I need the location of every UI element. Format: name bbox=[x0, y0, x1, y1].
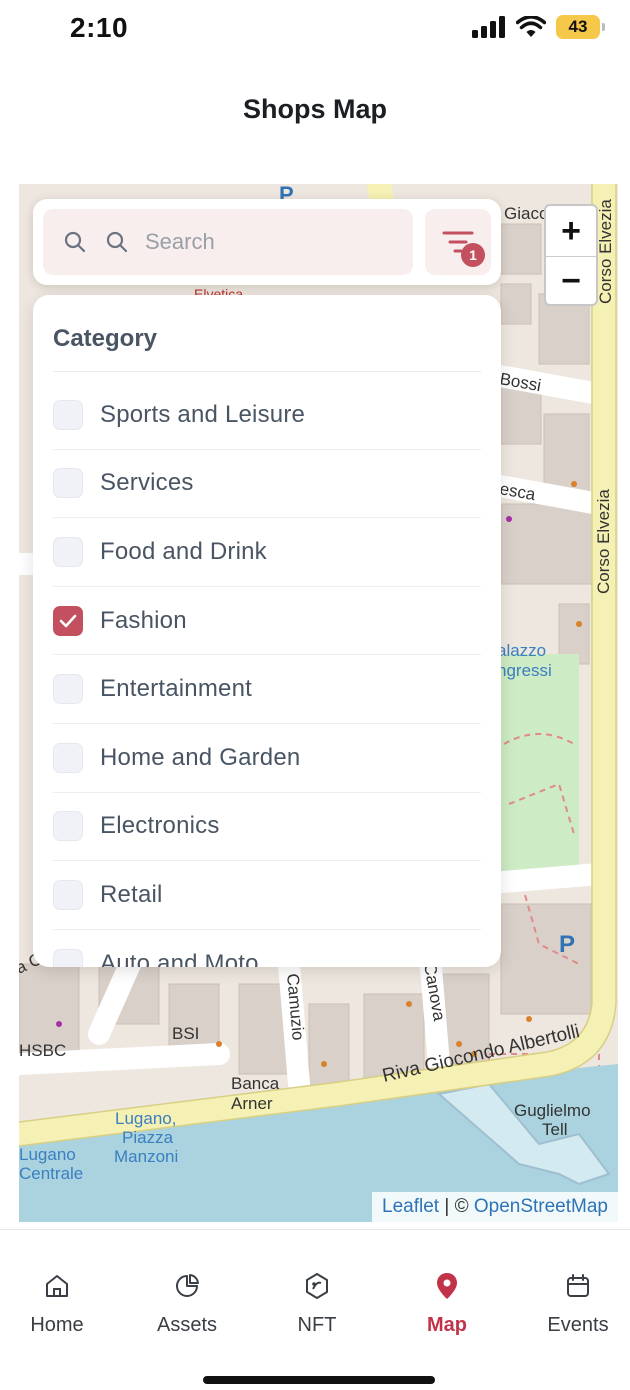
map-label-giacco: Giacc bbox=[504, 204, 548, 223]
map-label-bsi: BSI bbox=[172, 1024, 199, 1043]
category-dropdown: Category Sports and Leisure Services Foo… bbox=[33, 295, 501, 967]
category-item-auto-and-moto[interactable]: Auto and Moto bbox=[53, 930, 481, 967]
search-icon bbox=[61, 228, 89, 256]
map-label-lugano-piazza-3: Manzoni bbox=[114, 1147, 178, 1166]
status-bar: 2:10 43 bbox=[0, 0, 630, 60]
bottom-nav: Home Assets NFT Map Events bbox=[0, 1229, 630, 1390]
checkbox[interactable] bbox=[53, 536, 83, 567]
category-item-services[interactable]: Services bbox=[53, 450, 481, 519]
map-label-lugano-piazza-2: Piazza bbox=[122, 1128, 174, 1147]
wifi-icon bbox=[516, 16, 546, 37]
category-item-sports-and-leisure[interactable]: Sports and Leisure bbox=[53, 381, 481, 450]
map-label-lugano-piazza-1: Lugano, bbox=[115, 1109, 176, 1128]
nav-label: Events bbox=[547, 1314, 609, 1336]
nav-item-nft[interactable]: NFT bbox=[262, 1270, 372, 1337]
osm-link[interactable]: OpenStreetMap bbox=[474, 1196, 608, 1217]
checkmark-icon bbox=[59, 614, 77, 627]
page-title: Shops Map bbox=[242, 94, 387, 124]
calendar-icon bbox=[523, 1270, 630, 1302]
nav-label: Assets bbox=[156, 1314, 218, 1336]
leaflet-link[interactable]: Leaflet bbox=[382, 1196, 439, 1217]
zoom-control: + − bbox=[544, 204, 598, 306]
category-label: Auto and Moto bbox=[100, 949, 259, 967]
map-label-guglielmo-2: Tell bbox=[542, 1120, 568, 1139]
zoom-in-button[interactable]: + bbox=[546, 206, 596, 256]
checkbox[interactable] bbox=[53, 674, 83, 705]
search-inline-icon bbox=[103, 228, 131, 256]
category-item-electronics[interactable]: Electronics bbox=[53, 793, 481, 862]
map-label-arner: Arner bbox=[231, 1094, 273, 1113]
nft-icon bbox=[262, 1270, 372, 1302]
category-item-entertainment[interactable]: Entertainment bbox=[53, 655, 481, 724]
category-item-home-and-garden[interactable]: Home and Garden bbox=[53, 724, 481, 793]
checkbox[interactable] bbox=[53, 811, 83, 842]
checkbox[interactable] bbox=[53, 742, 83, 773]
map-label-congressi: ngressi bbox=[497, 661, 552, 680]
category-list: Sports and Leisure Services Food and Dri… bbox=[53, 381, 481, 967]
map-pin-icon bbox=[392, 1270, 502, 1302]
map-label-corso-elvezia-mid: Corso Elvezia bbox=[594, 489, 613, 594]
search-bar: 1 bbox=[33, 199, 501, 285]
map-label-lugano-centrale-2: Centrale bbox=[19, 1164, 83, 1183]
nav-label: NFT bbox=[297, 1314, 337, 1336]
map-attribution: Leaflet | © OpenStreetMap bbox=[372, 1192, 618, 1222]
nav-item-map[interactable]: Map bbox=[392, 1270, 502, 1337]
checkbox[interactable] bbox=[53, 468, 83, 499]
category-item-retail[interactable]: Retail bbox=[53, 861, 481, 930]
home-icon bbox=[2, 1270, 112, 1302]
category-item-fashion[interactable]: Fashion bbox=[53, 587, 481, 656]
checkbox[interactable] bbox=[53, 399, 83, 430]
zoom-out-button[interactable]: − bbox=[546, 256, 596, 304]
category-label: Entertainment bbox=[100, 675, 253, 703]
search-input[interactable] bbox=[145, 229, 345, 255]
pie-chart-icon bbox=[132, 1270, 242, 1302]
map-label-banca: Banca bbox=[231, 1074, 280, 1093]
category-label: Food and Drink bbox=[100, 537, 267, 565]
category-label: Retail bbox=[100, 880, 163, 908]
category-label: Services bbox=[100, 469, 194, 497]
battery-indicator: 43 bbox=[556, 15, 605, 39]
home-indicator bbox=[203, 1376, 435, 1384]
map-label-hsbc: HSBC bbox=[19, 1041, 66, 1060]
checkbox[interactable] bbox=[53, 879, 83, 910]
nav-item-home[interactable]: Home bbox=[2, 1270, 112, 1337]
nav-label: Home bbox=[30, 1314, 84, 1336]
nav-label: Map bbox=[427, 1314, 467, 1336]
map-label-corso-elvezia-top: Corso Elvezia bbox=[596, 199, 615, 304]
nav-item-events[interactable]: Events bbox=[523, 1270, 630, 1337]
status-time: 2:10 bbox=[70, 12, 129, 43]
parking-icon: P bbox=[559, 931, 575, 958]
category-label: Electronics bbox=[100, 812, 220, 840]
category-label: Sports and Leisure bbox=[100, 400, 306, 428]
category-label: Home and Garden bbox=[100, 743, 301, 771]
filter-count-badge: 1 bbox=[461, 243, 485, 267]
map-label-lugano-centrale-1: Lugano bbox=[19, 1145, 76, 1164]
search-field[interactable] bbox=[43, 209, 413, 275]
map-label-palazzo: alazzo bbox=[497, 641, 546, 660]
category-item-food-and-drink[interactable]: Food and Drink bbox=[53, 518, 481, 587]
divider bbox=[53, 371, 481, 372]
attribution-separator: | © bbox=[439, 1196, 474, 1217]
category-label: Fashion bbox=[100, 606, 187, 634]
filter-button[interactable]: 1 bbox=[425, 209, 491, 275]
category-title: Category bbox=[53, 325, 158, 352]
checkbox-checked[interactable] bbox=[53, 605, 83, 636]
nav-item-assets[interactable]: Assets bbox=[132, 1270, 242, 1337]
map-label-guglielmo-1: Guglielmo bbox=[514, 1101, 591, 1120]
signal-icon bbox=[472, 16, 505, 38]
checkbox[interactable] bbox=[53, 948, 83, 967]
status-icons: 43 bbox=[472, 15, 605, 39]
